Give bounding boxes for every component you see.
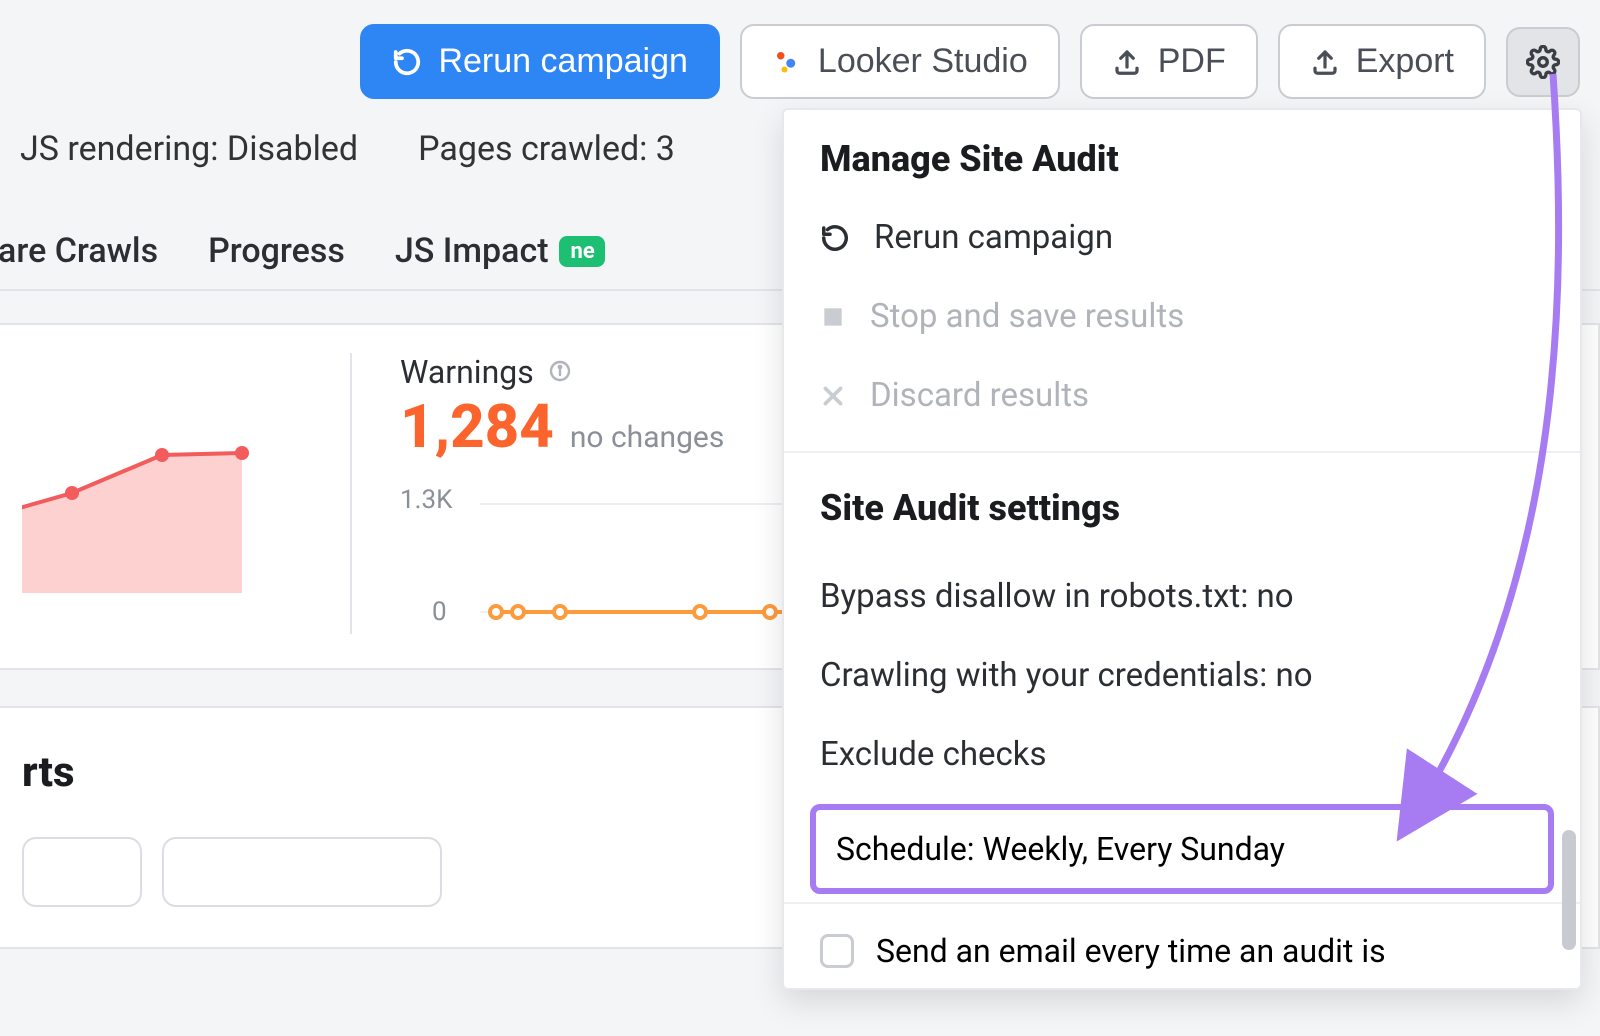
refresh-icon (820, 223, 850, 253)
settings-button[interactable] (1506, 27, 1580, 97)
warnings-value: 1,284 (400, 391, 554, 462)
looker-studio-icon (772, 47, 802, 77)
new-badge: ne (559, 236, 605, 267)
export-button-label: Export (1356, 42, 1454, 81)
refresh-icon (392, 47, 422, 77)
settings-panel: Manage Site Audit Rerun campaign Stop an… (782, 108, 1582, 990)
panel-divider (784, 902, 1580, 904)
js-rendering-status: JS rendering: Disabled (20, 129, 358, 169)
pages-crawled-status: Pages crawled: 3 (418, 129, 675, 169)
axis-zero-label: 0 (432, 597, 447, 627)
upload-icon (1310, 47, 1340, 77)
tab-progress[interactable]: Progress (208, 231, 345, 271)
email-checkbox[interactable] (820, 934, 854, 968)
looker-button-label: Looker Studio (818, 42, 1028, 81)
dropdown-placeholder[interactable] (162, 837, 442, 907)
panel-rerun-campaign[interactable]: Rerun campaign (820, 198, 1544, 277)
dropdown-placeholder[interactable] (22, 837, 142, 907)
pdf-button-label: PDF (1158, 42, 1226, 81)
panel-stop-save-label: Stop and save results (870, 297, 1184, 336)
upload-icon (1112, 47, 1142, 77)
pdf-button[interactable]: PDF (1080, 24, 1258, 99)
rerun-button-label: Rerun campaign (438, 42, 687, 81)
close-icon (820, 383, 846, 409)
info-icon[interactable] (548, 353, 572, 391)
panel-rerun-label: Rerun campaign (874, 218, 1113, 257)
looker-studio-button[interactable]: Looker Studio (740, 24, 1060, 99)
panel-divider (784, 451, 1580, 453)
warnings-label: Warnings (400, 353, 534, 391)
top-toolbar: Rerun campaign Looker Studio PDF Export (0, 0, 1600, 99)
gear-icon (1526, 45, 1560, 79)
panel-stop-save: Stop and save results (820, 277, 1544, 356)
panel-heading-manage: Manage Site Audit (820, 138, 1544, 180)
stop-icon (820, 304, 846, 330)
metric-divider (350, 353, 352, 634)
tab-js-impact-label: JS Impact (395, 231, 549, 271)
axis-top-label: 1.3K (400, 485, 453, 515)
panel-schedule[interactable]: Schedule: Weekly, Every Sunday (810, 804, 1554, 894)
tab-compare-crawls[interactable]: npare Crawls (0, 231, 158, 271)
warnings-note: no changes (570, 420, 724, 455)
panel-exclude[interactable]: Exclude checks (784, 715, 1580, 794)
panel-email-row[interactable]: Send an email every time an audit is (784, 910, 1580, 978)
tab-js-impact[interactable]: JS Impact ne (395, 231, 605, 271)
errors-metric (22, 353, 302, 634)
rerun-campaign-button[interactable]: Rerun campaign (360, 24, 719, 99)
panel-heading-settings: Site Audit settings (820, 487, 1544, 529)
panel-credentials[interactable]: Crawling with your credentials: no (784, 636, 1580, 715)
scrollbar-thumb[interactable] (1562, 830, 1576, 950)
panel-bypass[interactable]: Bypass disallow in robots.txt: no (784, 557, 1580, 636)
panel-email-label: Send an email every time an audit is (876, 932, 1386, 970)
export-button[interactable]: Export (1278, 24, 1486, 99)
panel-discard: Discard results (820, 356, 1544, 435)
errors-sparkline (22, 393, 302, 513)
panel-discard-label: Discard results (870, 376, 1089, 415)
